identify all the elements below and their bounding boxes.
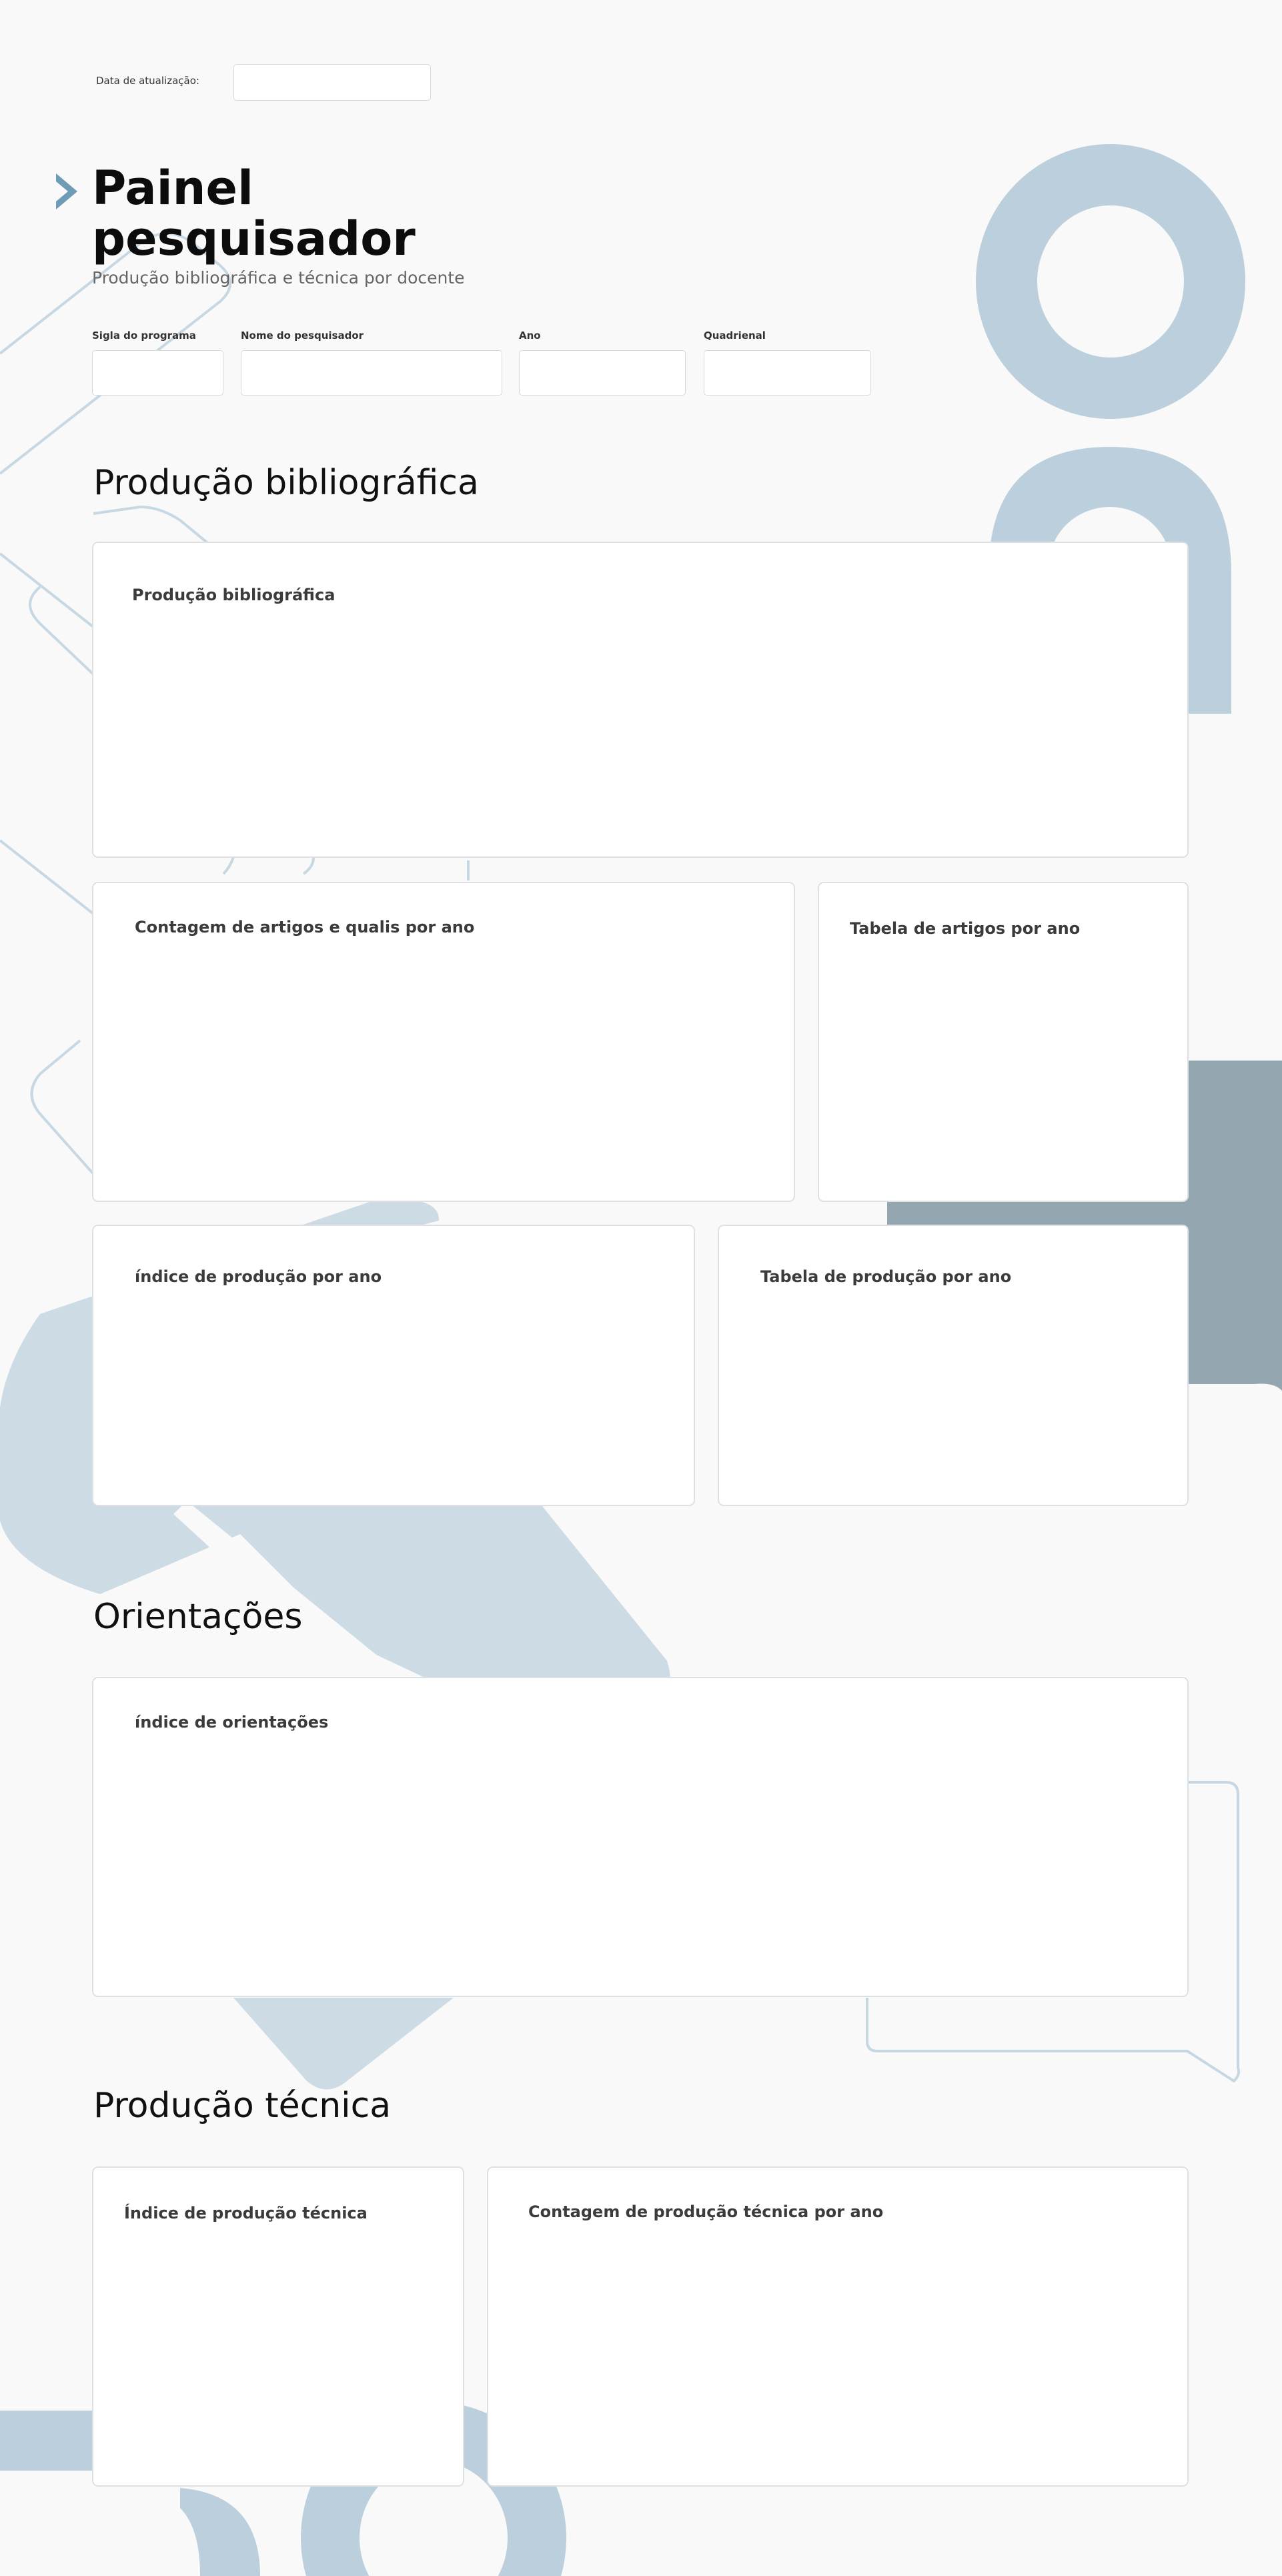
filters-bar: Sigla do programa Nome do pesquisador An… bbox=[0, 320, 1282, 400]
filter-label-pesquisador: Nome do pesquisador bbox=[241, 330, 364, 342]
card-title: índice de orientações bbox=[135, 1713, 329, 1732]
card-contagem-artigos-qualis: Contagem de artigos e qualis por ano bbox=[92, 882, 795, 1202]
page-subtitle: Produção bibliográfica e técnica por doc… bbox=[92, 268, 465, 287]
card-title: Contagem de produção técnica por ano bbox=[528, 2202, 884, 2221]
section-title-orientacoes: Orientações bbox=[93, 1597, 303, 1637]
chevron-right-icon bbox=[56, 173, 77, 209]
card-title: índice de produção por ano bbox=[135, 1267, 382, 1286]
card-title: Tabela de produção por ano bbox=[760, 1267, 1012, 1286]
card-producao-bibliografica: Produção bibliográfica bbox=[92, 542, 1189, 858]
section-title-bibliografica: Produção bibliográfica bbox=[93, 463, 479, 503]
filter-ano-select[interactable] bbox=[519, 350, 686, 396]
filter-pesquisador-select[interactable] bbox=[241, 350, 502, 396]
card-title: Produção bibliográfica bbox=[132, 586, 336, 604]
update-date-field[interactable] bbox=[233, 64, 431, 101]
filter-quadrienal-select[interactable] bbox=[704, 350, 871, 396]
card-contagem-producao-tecnica: Contagem de produção técnica por ano bbox=[487, 2166, 1189, 2487]
section-title-tecnica: Produção técnica bbox=[93, 2086, 392, 2126]
update-date-label: Data de atualização: bbox=[96, 75, 199, 87]
card-indice-orientacoes: índice de orientações bbox=[92, 1677, 1189, 1997]
filter-label-ano: Ano bbox=[519, 330, 541, 342]
page-title-line1: Painel bbox=[92, 161, 253, 215]
card-title: Índice de produção técnica bbox=[124, 2204, 368, 2222]
card-tabela-producao: Tabela de produção por ano bbox=[718, 1225, 1189, 1506]
page-title-line2: pesquisador bbox=[92, 211, 416, 266]
card-title: Contagem de artigos e qualis por ano bbox=[135, 918, 475, 936]
card-title: Tabela de artigos por ano bbox=[850, 919, 1081, 938]
card-indice-producao: índice de produção por ano bbox=[92, 1225, 695, 1506]
card-tabela-artigos: Tabela de artigos por ano bbox=[818, 882, 1189, 1202]
filter-label-sigla: Sigla do programa bbox=[92, 330, 196, 342]
card-indice-producao-tecnica: Índice de produção técnica bbox=[92, 2166, 464, 2487]
filter-sigla-select[interactable] bbox=[92, 350, 223, 396]
page-title: Painel pesquisador bbox=[92, 163, 416, 264]
filter-label-quadrienal: Quadrienal bbox=[704, 330, 766, 342]
